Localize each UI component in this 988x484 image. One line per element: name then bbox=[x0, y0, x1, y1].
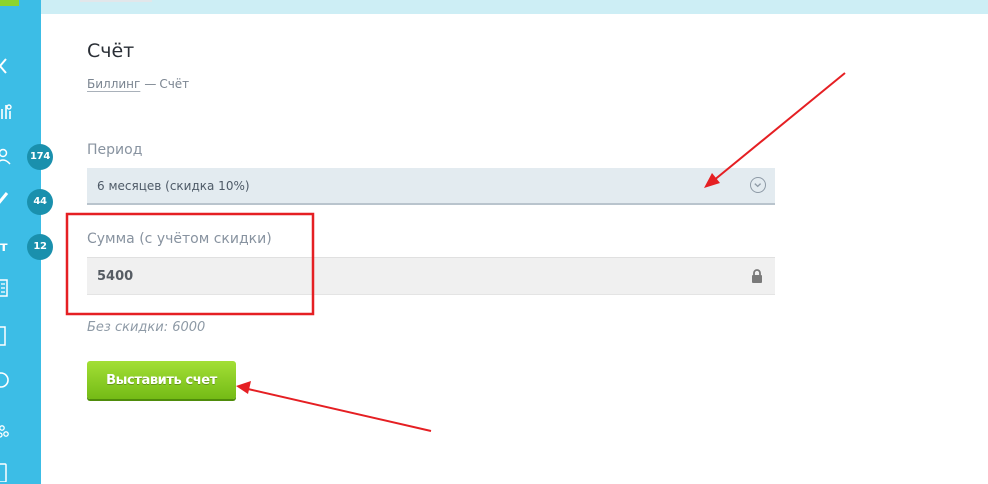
arrow-to-invoice-button bbox=[236, 381, 432, 432]
count-badge: 44 bbox=[27, 189, 53, 215]
count-badge: 12 bbox=[27, 234, 53, 260]
sum-value: 5400 bbox=[97, 269, 134, 284]
breadcrumb-separator: — bbox=[144, 77, 157, 91]
group-icon[interactable] bbox=[0, 420, 12, 440]
period-selected-value: 6 месяцев (скидка 10%) bbox=[97, 179, 250, 193]
bar-icon[interactable] bbox=[0, 326, 12, 346]
breadcrumb-link-billing[interactable]: Биллинг bbox=[87, 77, 140, 91]
discount-note: Без скидки: 6000 bbox=[87, 320, 206, 335]
chevron-down-icon[interactable] bbox=[750, 177, 766, 193]
lock-icon bbox=[751, 268, 763, 284]
sum-readonly-field: 5400 bbox=[87, 257, 775, 295]
top-bar bbox=[0, 0, 988, 14]
issue-invoice-button[interactable]: Выставить счет bbox=[87, 361, 236, 399]
building-icon[interactable] bbox=[0, 278, 12, 298]
page-title: Счёт bbox=[87, 40, 135, 62]
sidebar-accent bbox=[0, 0, 19, 6]
sidebar-label-fragment[interactable]: т bbox=[0, 238, 12, 258]
close-icon[interactable] bbox=[0, 56, 12, 76]
period-label: Период bbox=[87, 142, 143, 158]
sum-label: Сумма (с учётом скидки) bbox=[87, 231, 272, 247]
pencil-icon[interactable] bbox=[0, 188, 12, 208]
count-badge: 174 bbox=[27, 144, 53, 170]
chart-icon[interactable] bbox=[0, 101, 12, 121]
period-select[interactable]: 6 месяцев (скидка 10%) bbox=[87, 168, 775, 205]
breadcrumb-current: Счёт bbox=[159, 77, 190, 91]
breadcrumb: Биллинг — Счёт bbox=[87, 77, 189, 91]
top-tab[interactable] bbox=[80, 0, 152, 2]
user-icon[interactable] bbox=[0, 146, 12, 166]
doc-icon[interactable] bbox=[0, 462, 12, 482]
circle-icon[interactable] bbox=[0, 370, 12, 390]
